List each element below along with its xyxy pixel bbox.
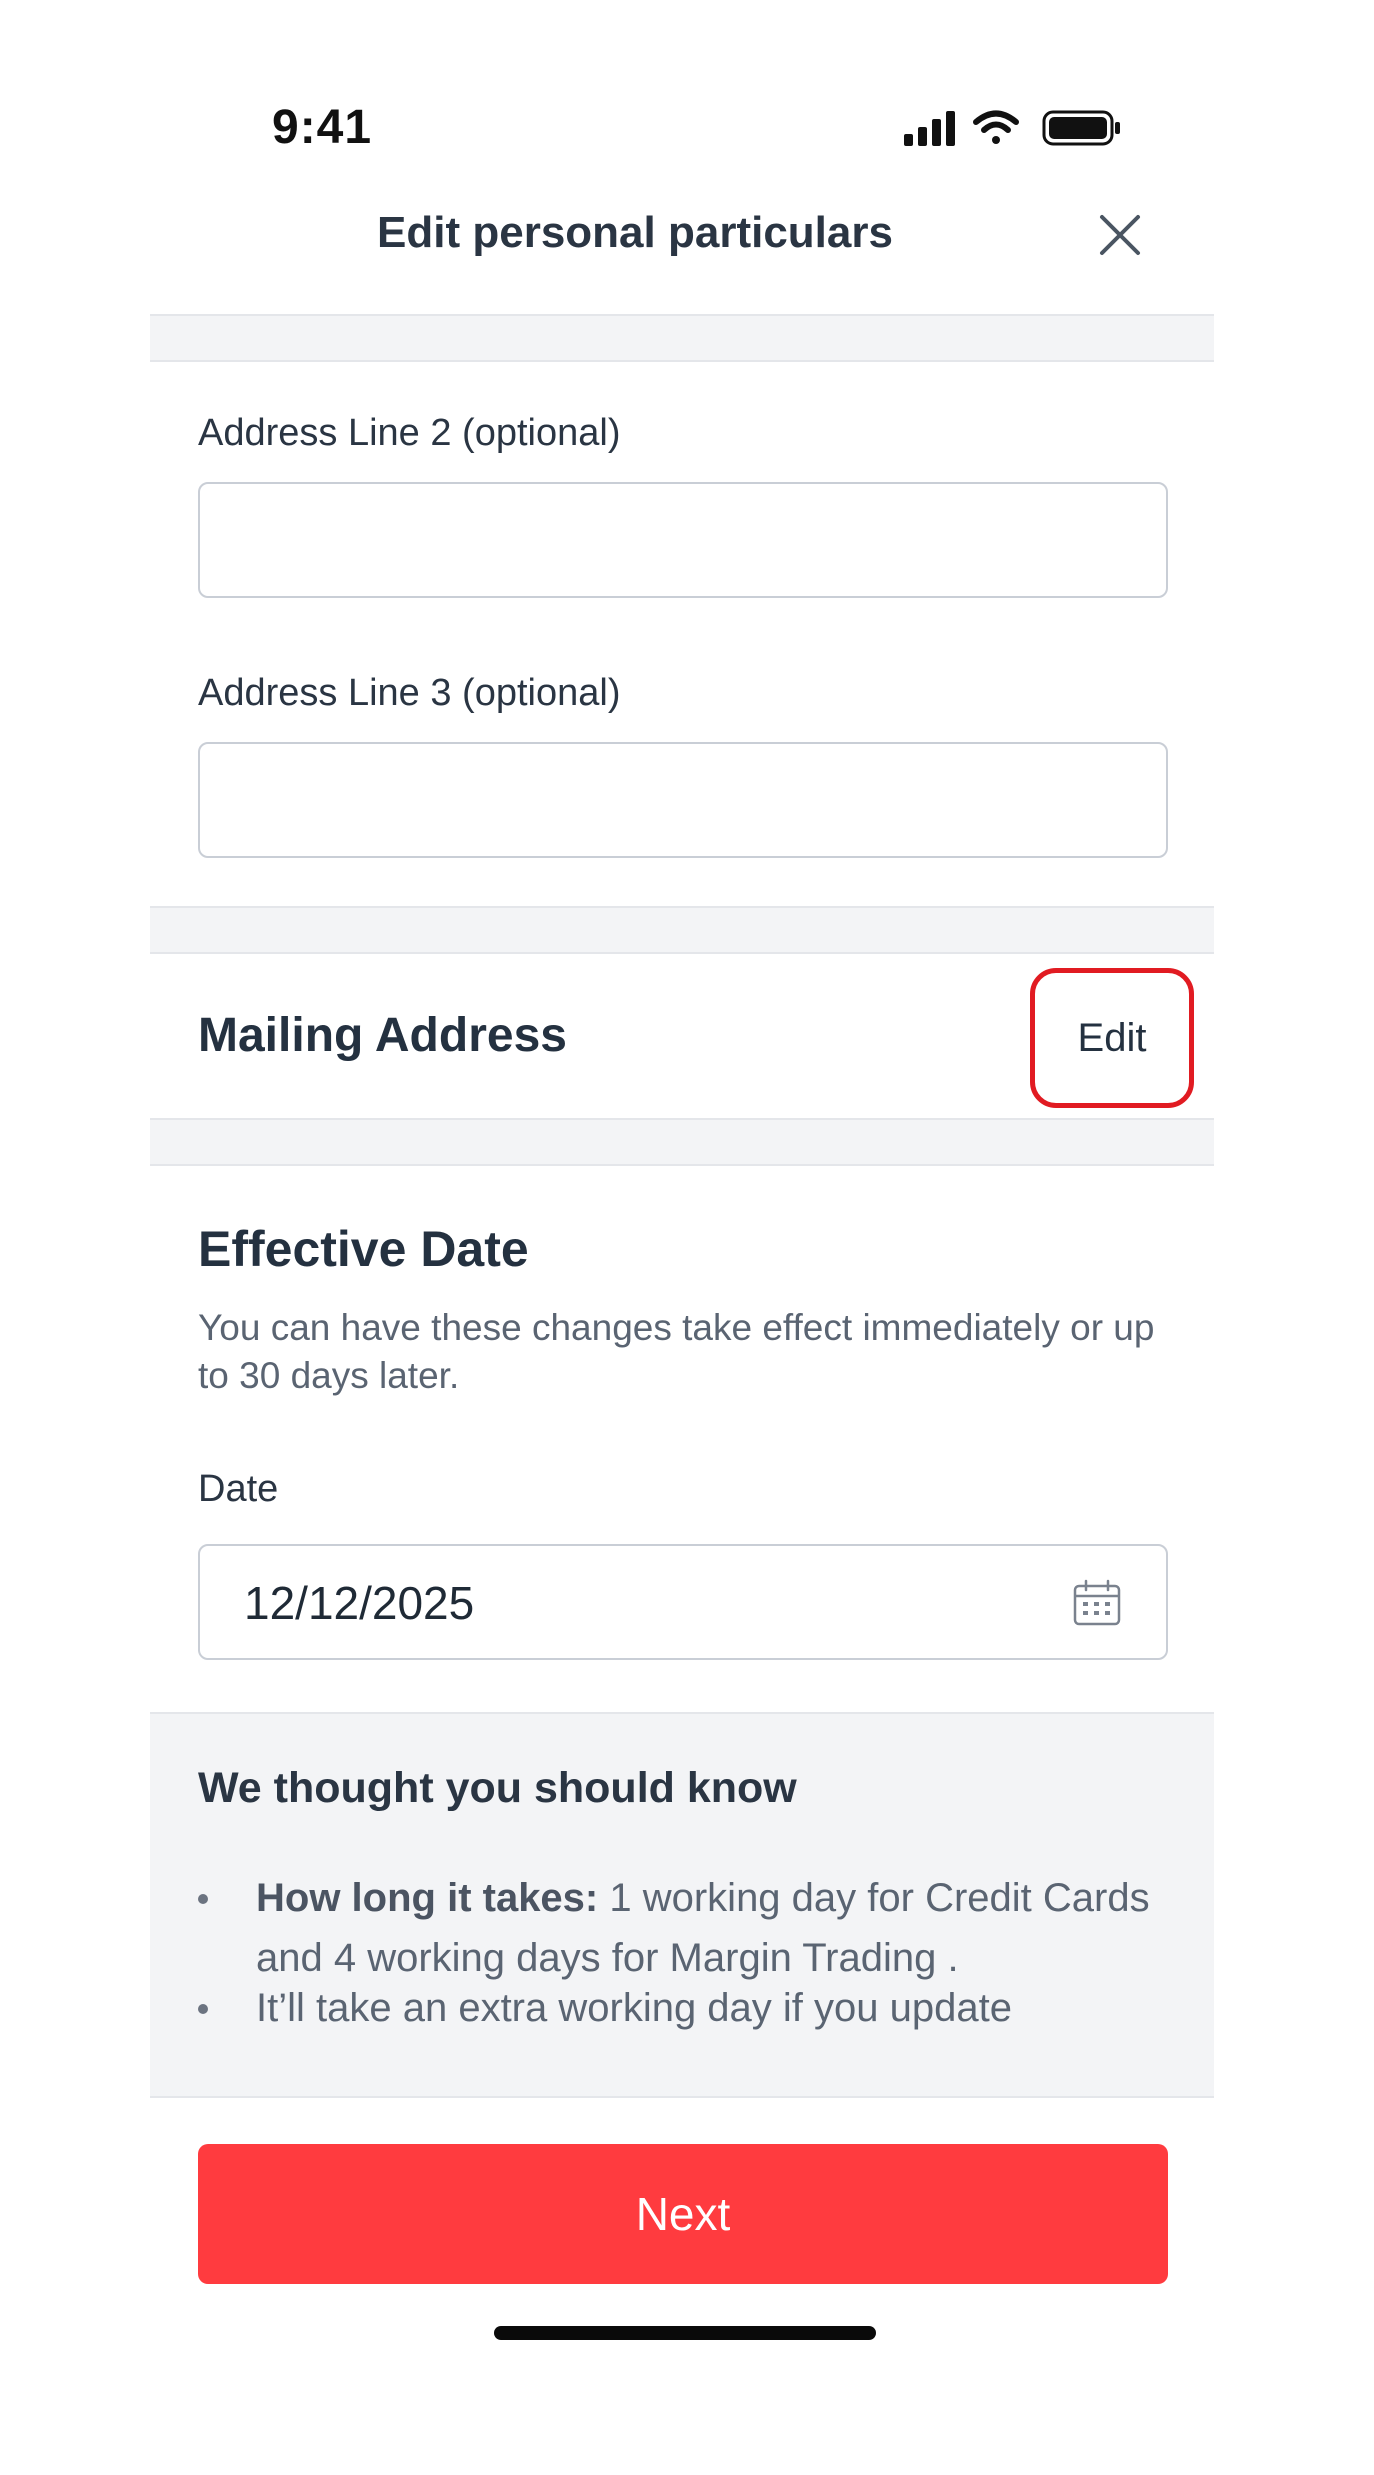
wifi-icon xyxy=(973,110,1019,144)
info-item-duration: How long it takes: 1 working day for Cre… xyxy=(256,1868,1156,1988)
address-line3-input[interactable] xyxy=(198,742,1168,858)
status-icons xyxy=(904,108,1124,148)
effective-date-title: Effective Date xyxy=(198,1221,529,1277)
close-button[interactable] xyxy=(1090,205,1150,265)
info-item-duration-bold: How long it takes: xyxy=(256,1876,599,1920)
info-panel: We thought you should know How long it t… xyxy=(150,1712,1214,2096)
calendar-icon[interactable] xyxy=(1072,1578,1122,1628)
close-icon xyxy=(1100,215,1140,255)
footer-divider xyxy=(150,2096,1214,2098)
mailing-address-edit-button[interactable]: Edit xyxy=(1030,968,1194,1108)
info-item-extra-day: It’ll take an extra working day if you u… xyxy=(256,1986,1012,2030)
section-divider xyxy=(150,314,1214,362)
page-title: Edit personal particulars xyxy=(377,208,893,257)
address-line2-input[interactable] xyxy=(198,482,1168,598)
date-value: 12/12/2025 xyxy=(244,1577,475,1629)
effective-date-helper: You can have these changes take effect i… xyxy=(198,1307,1155,1396)
battery-icon xyxy=(1042,110,1120,146)
status-time: 9:41 xyxy=(272,101,373,154)
screen: 9:41 Edit personal particulars Address L… xyxy=(0,0,1374,2475)
info-title: We thought you should know xyxy=(198,1764,797,1812)
mailing-address-title: Mailing Address xyxy=(198,1009,567,1062)
section-divider xyxy=(150,906,1214,954)
date-label: Date xyxy=(198,1468,279,1510)
date-input[interactable]: 12/12/2025 xyxy=(198,1544,1168,1660)
home-indicator xyxy=(494,2326,876,2340)
bullet xyxy=(198,2004,208,2014)
section-divider xyxy=(150,1118,1214,1166)
address-line2-label: Address Line 2 (optional) xyxy=(198,412,621,454)
bullet xyxy=(198,1894,208,1904)
next-button[interactable]: Next xyxy=(198,2144,1168,2284)
address-line3-label: Address Line 3 (optional) xyxy=(198,672,621,714)
cellular-signal-icon xyxy=(904,111,955,146)
